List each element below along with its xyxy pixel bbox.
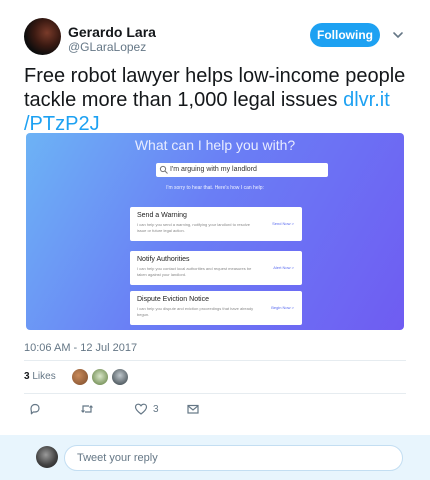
author-name[interactable]: Gerardo Lara	[68, 24, 156, 40]
media-card-desc: I can help you send a warning, notifying…	[137, 222, 250, 233]
media-card-action: Alert Now >	[273, 265, 294, 270]
likes-label: Likes	[32, 371, 56, 382]
media-card-action: Begin Now >	[271, 305, 294, 310]
author-avatar[interactable]	[24, 18, 61, 55]
like-button[interactable]: 3	[134, 401, 159, 417]
media-card-title: Dispute Eviction Notice	[137, 296, 209, 303]
tweet-text: Free robot lawyer helps low-income peopl…	[24, 64, 414, 136]
media-card-desc: I can help you dispute and eviction proc…	[137, 306, 254, 317]
envelope-icon	[187, 404, 199, 414]
reply-input[interactable]: Tweet your reply	[64, 445, 403, 471]
likes-summary[interactable]: 3 Likes	[24, 371, 56, 382]
divider	[24, 393, 406, 394]
media-subtitle: I'm sorry to hear that. Here's how I can…	[166, 185, 264, 191]
chevron-down-icon[interactable]	[392, 29, 404, 41]
liker-avatar[interactable]	[112, 369, 128, 385]
tweet-media-image[interactable]: What can I help you with? I'm arguing wi…	[26, 133, 404, 330]
divider	[24, 360, 406, 361]
media-card-title: Notify Authorities	[137, 256, 190, 263]
author-handle[interactable]: @GLaraLopez	[68, 40, 146, 54]
like-count: 3	[153, 403, 159, 415]
retweet-icon	[81, 405, 93, 413]
following-button[interactable]: Following	[310, 23, 380, 47]
tweet-link-path[interactable]: /PTzP2J	[24, 113, 100, 135]
liker-avatar[interactable]	[92, 369, 108, 385]
media-card: Notify Authorities I can help you contac…	[130, 251, 302, 285]
tweet-link-domain[interactable]: dlvr.it	[343, 89, 390, 111]
media-card: Send a Warning I can help you send a war…	[130, 207, 302, 241]
media-search-box: I'm arguing with my landlord	[156, 163, 328, 177]
media-card: Dispute Eviction Notice I can help you d…	[130, 291, 302, 325]
reply-button[interactable]	[28, 401, 42, 417]
heart-icon	[134, 403, 148, 415]
media-card-action: Send Now >	[272, 221, 294, 226]
likes-count: 3	[24, 371, 30, 382]
dm-button[interactable]	[186, 401, 200, 417]
media-title: What can I help you with?	[134, 137, 296, 153]
retweet-button[interactable]	[80, 401, 94, 417]
liker-avatar[interactable]	[72, 369, 88, 385]
current-user-avatar	[36, 446, 58, 468]
tweet-actions: 3	[24, 401, 224, 419]
reply-icon	[30, 403, 40, 415]
tweet-header: Gerardo Lara @GLaraLopez Following	[0, 0, 430, 62]
media-card-title: Send a Warning	[137, 212, 187, 219]
media-card-desc: I can help you contact local authorities…	[137, 266, 252, 277]
media-search-value: I'm arguing with my landlord	[170, 166, 257, 173]
search-icon	[159, 165, 168, 174]
reply-bar: Tweet your reply	[0, 435, 430, 480]
tweet-timestamp[interactable]: 10:06 AM - 12 Jul 2017	[24, 342, 137, 354]
